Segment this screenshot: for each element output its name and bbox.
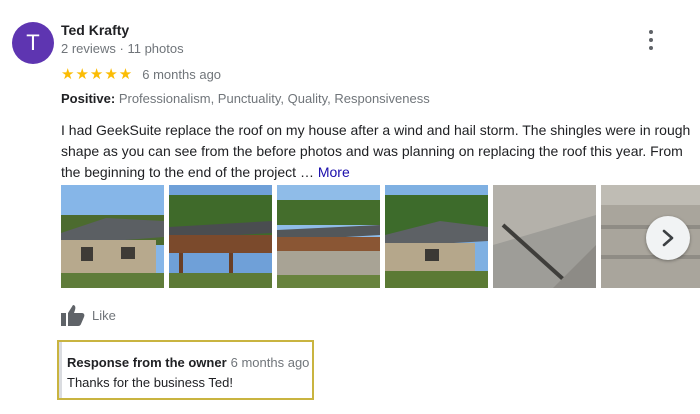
like-label: Like: [92, 307, 116, 323]
more-link[interactable]: More: [318, 164, 350, 180]
photo-strip: [61, 185, 700, 288]
avatar[interactable]: T: [12, 22, 54, 64]
review-photo-3[interactable]: [277, 185, 380, 288]
response-divider: [59, 342, 62, 398]
more-options-icon[interactable]: [642, 30, 660, 50]
positive-attributes: Positive: Professionalism, Punctuality, …: [61, 91, 430, 106]
owner-response-title: Response from the owner: [67, 355, 227, 370]
review-text: I had GeekSuite replace the roof on my h…: [61, 120, 691, 183]
avatar-initial: T: [26, 30, 40, 55]
owner-response-text: Thanks for the business Ted!: [67, 375, 233, 390]
owner-response: Response from the owner 6 months ago Than…: [57, 340, 314, 400]
like-button[interactable]: Like: [61, 304, 116, 326]
review-body: I had GeekSuite replace the roof on my h…: [61, 122, 691, 180]
star-rating: ★★★★★: [61, 66, 134, 83]
thumbs-up-icon: [61, 305, 85, 326]
review-photo-1[interactable]: [61, 185, 164, 288]
positive-items: Professionalism, Punctuality, Quality, R…: [118, 91, 430, 106]
review-photo-4[interactable]: [385, 185, 488, 288]
review-photo-5[interactable]: [493, 185, 596, 288]
rating-row: ★★★★★ 6 months ago: [61, 65, 221, 83]
reviewer-meta: 2 reviews · 11 photos: [61, 41, 184, 56]
owner-response-age: 6 months ago: [230, 355, 310, 370]
reviewer-name[interactable]: Ted Krafty: [61, 22, 129, 38]
owner-response-header: Response from the owner 6 months ago: [67, 355, 309, 370]
positive-label: Positive:: [61, 91, 116, 106]
review-photo-2[interactable]: [169, 185, 272, 288]
next-photos-button[interactable]: [646, 216, 690, 260]
chevron-right-icon: [662, 229, 674, 247]
review-age: 6 months ago: [142, 66, 222, 82]
